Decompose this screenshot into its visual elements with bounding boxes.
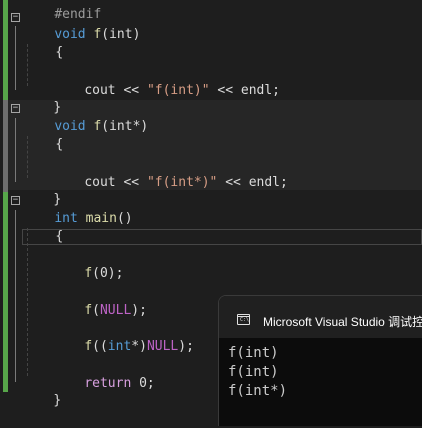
block-guide [15, 118, 16, 182]
paren-close: ); [178, 339, 194, 354]
code-line-brace: } [22, 374, 61, 408]
debug-console-window[interactable]: C:\ Microsoft Visual Studio 调试控制台 f(int)… [218, 295, 422, 426]
paren-close: ); [131, 303, 147, 318]
function-name: f [84, 266, 93, 281]
code-line-brace: } [22, 81, 61, 115]
code-line-call: f(NULL); [53, 284, 147, 318]
code-line-brace: { [24, 210, 63, 244]
fold-toggle-icon[interactable]: − [11, 196, 20, 205]
change-bar [3, 192, 8, 392]
open-brace: { [55, 45, 64, 60]
return-value: 0; [139, 376, 155, 391]
return-keyword: return [84, 376, 132, 391]
console-app-icon: C:\ [237, 314, 250, 325]
code-line-signature: int main() [23, 192, 132, 226]
params: (int) [101, 27, 141, 42]
console-icon-glyph: C:\ [240, 317, 250, 323]
function-name: f [84, 339, 93, 354]
keyword: int [107, 339, 132, 354]
string-literal: "f(int*)" [146, 175, 218, 190]
code-line-signature: void f(int*) [23, 100, 148, 134]
code-line-brace: { [24, 26, 63, 60]
cout-stream: cout << [84, 83, 140, 98]
console-output-line: f(int) [228, 345, 279, 361]
string-literal: "f(int)" [146, 83, 210, 98]
null-macro: NULL [146, 339, 179, 354]
open-brace: { [55, 137, 64, 152]
fold-toggle-icon[interactable]: − [11, 104, 20, 113]
code-line-preprocessor: #endif [23, 0, 101, 22]
console-title: Microsoft Visual Studio 调试控制台 [263, 315, 422, 329]
call-args: (0); [92, 266, 124, 281]
function-name: main [85, 211, 117, 226]
endl-tail: << endl; [217, 83, 281, 98]
code-line-return: return 0; [53, 357, 154, 391]
paren-open: (( [92, 339, 108, 354]
fold-toggle-icon[interactable]: − [11, 13, 20, 22]
current-line-indicator [22, 229, 422, 245]
console-output-line: f(int) [228, 364, 279, 380]
block-guide [15, 26, 16, 90]
null-macro: NULL [99, 303, 132, 318]
close-brace: } [53, 393, 62, 408]
code-line-call: f(0); [53, 247, 123, 281]
code-line-signature: void f(int) [23, 8, 140, 42]
code-line-brace: } [22, 173, 61, 207]
code-line-statement: cout << "f(int*)" << endl; [53, 156, 288, 190]
block-guide [15, 210, 16, 382]
console-output-line: f(int*) [228, 383, 288, 399]
function-name: f [84, 303, 93, 318]
code-line-statement: cout << "f(int)" << endl; [53, 64, 280, 98]
params: () [116, 211, 133, 226]
pointer-cast: *) [131, 339, 147, 354]
code-line-call: f((int*)NULL); [53, 320, 194, 354]
change-bar [3, 0, 8, 100]
paren-open: ( [92, 303, 100, 318]
cout-stream: cout << [84, 175, 140, 190]
endl-tail: << endl; [225, 175, 288, 190]
code-line-brace: { [24, 118, 63, 152]
code-editor[interactable]: − − − #endif void f(int) { cout << "f(in… [0, 0, 422, 426]
params: (int*) [101, 119, 149, 134]
open-brace: { [55, 229, 64, 244]
console-titlebar[interactable]: C:\ Microsoft Visual Studio 调试控制台 [219, 296, 422, 338]
console-output: f(int) f(int) f(int*) [228, 344, 287, 401]
